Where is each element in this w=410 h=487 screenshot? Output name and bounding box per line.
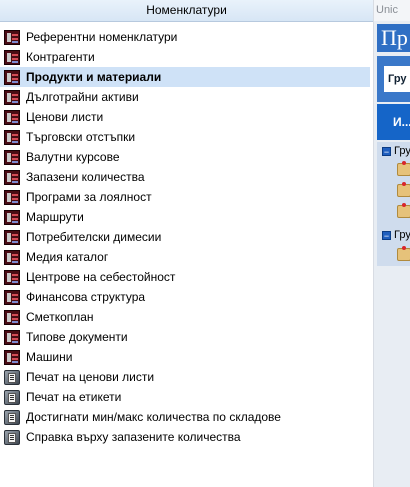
- report-icon: [4, 409, 20, 425]
- nomenclature-item[interactable]: Референтни номенклатури: [0, 27, 372, 47]
- grid-column-header[interactable]: И...: [377, 104, 410, 140]
- nomenclature-item[interactable]: Програми за лоялност: [0, 187, 372, 207]
- nomenclature-item-label: Дълготрайни активи: [26, 90, 139, 104]
- nomenclature-book-icon: [4, 89, 20, 105]
- nomenclature-book-icon: [4, 269, 20, 285]
- nomenclature-item-label: Достигнати мин/макс количества по складо…: [26, 410, 281, 424]
- nomenclature-item-label: Медия каталог: [26, 250, 109, 264]
- nomenclature-book-icon: [4, 109, 20, 125]
- nomenclature-item[interactable]: Ценови листи: [0, 107, 372, 127]
- product-icon: [397, 246, 410, 261]
- nomenclature-item[interactable]: Финансова структура: [0, 287, 372, 307]
- product-icon: [397, 161, 410, 176]
- nomenclature-book-icon: [4, 169, 20, 185]
- nomenclature-item-label: Продукти и материали: [26, 70, 162, 84]
- nomenclature-item-label: Сметкоплан: [26, 310, 94, 324]
- nomenclature-item[interactable]: Печат на ценови листи: [0, 367, 372, 387]
- nomenclature-item[interactable]: Справка върху запазените количества: [0, 427, 372, 447]
- nomenclature-item-label: Печат на ценови листи: [26, 370, 155, 384]
- report-icon: [4, 389, 20, 405]
- group-label: Гру: [394, 229, 410, 241]
- nomenclature-item[interactable]: Медия каталог: [0, 247, 372, 267]
- collapse-icon[interactable]: −: [382, 146, 391, 156]
- nomenclature-book-icon: [4, 29, 20, 45]
- nomenclature-item-label: Машини: [26, 350, 73, 364]
- nomenclature-book-icon: [4, 69, 20, 85]
- nomenclature-item[interactable]: Печат на етикети: [0, 387, 372, 407]
- nomenclature-book-icon: [4, 129, 20, 145]
- group-button[interactable]: Гру: [384, 66, 410, 92]
- panel-title: Номенклатури: [0, 0, 373, 22]
- nomenclature-item-label: Запазени количества: [26, 170, 145, 184]
- nomenclature-book-icon: [4, 229, 20, 245]
- nomenclature-item[interactable]: Търговски отстъпки: [0, 127, 372, 147]
- nomenclature-book-icon: [4, 209, 20, 225]
- collapse-icon[interactable]: −: [382, 230, 391, 240]
- nomenclature-item-label: Контрагенти: [26, 50, 95, 64]
- nomenclature-item-label: Потребителски димесии: [26, 230, 162, 244]
- nomenclature-book-icon: [4, 329, 20, 345]
- nomenclature-item-label: Центрове на себестойност: [26, 270, 176, 284]
- product-grid: − Гру − Гру: [377, 142, 410, 266]
- nomenclature-item-label: Програми за лоялност: [26, 190, 152, 204]
- nomenclature-item[interactable]: Сметкоплан: [0, 307, 372, 327]
- nomenclature-item[interactable]: Маршрути: [0, 207, 372, 227]
- nomenclature-book-icon: [4, 249, 20, 265]
- nomenclature-item[interactable]: Продукти и материали: [0, 67, 370, 87]
- nomenclature-item[interactable]: Машини: [0, 347, 372, 367]
- background-window[interactable]: Unic Пр Гру И... − Гру − Гру: [374, 0, 410, 487]
- background-banner: Пр: [377, 24, 410, 52]
- background-window-title: Unic: [374, 0, 410, 21]
- nomenclature-item[interactable]: Контрагенти: [0, 47, 372, 67]
- nomenclature-item[interactable]: Центрове на себестойност: [0, 267, 372, 287]
- nomenclature-item[interactable]: Запазени количества: [0, 167, 372, 187]
- group-row[interactable]: − Гру: [382, 144, 410, 158]
- nomenclature-item-label: Ценови листи: [26, 110, 104, 124]
- nomenclature-item-label: Валутни курсове: [26, 150, 120, 164]
- product-icon: [397, 203, 410, 218]
- product-icon: [397, 182, 410, 197]
- nomenclature-book-icon: [4, 49, 20, 65]
- nomenclature-book-icon: [4, 309, 20, 325]
- nomenclature-item[interactable]: Дълготрайни активи: [0, 87, 372, 107]
- nomenclature-item-label: Референтни номенклатури: [26, 30, 178, 44]
- nomenclature-item-label: Типове документи: [26, 330, 128, 344]
- nomenclature-book-icon: [4, 149, 20, 165]
- nomenclature-item-label: Маршрути: [26, 210, 84, 224]
- nomenclature-item-label: Печат на етикети: [26, 390, 122, 404]
- group-label: Гру: [394, 145, 410, 157]
- nomenclature-item[interactable]: Валутни курсове: [0, 147, 372, 167]
- nomenclature-book-icon: [4, 289, 20, 305]
- group-row[interactable]: − Гру: [382, 228, 410, 242]
- report-icon: [4, 429, 20, 445]
- nomenclature-book-icon: [4, 189, 20, 205]
- nomenclatures-panel: Номенклатури Референтни номенклатури Конт…: [0, 0, 374, 487]
- nomenclature-item-label: Търговски отстъпки: [26, 130, 136, 144]
- report-icon: [4, 369, 20, 385]
- nomenclature-item[interactable]: Достигнати мин/макс количества по складо…: [0, 407, 372, 427]
- nomenclature-item[interactable]: Потребителски димесии: [0, 227, 372, 247]
- nomenclature-list: Референтни номенклатури Контрагенти Продук…: [0, 27, 372, 447]
- nomenclature-book-icon: [4, 349, 20, 365]
- nomenclature-item-label: Справка върху запазените количества: [26, 430, 241, 444]
- nomenclature-item-label: Финансова структура: [26, 290, 146, 304]
- nomenclature-item[interactable]: Типове документи: [0, 327, 372, 347]
